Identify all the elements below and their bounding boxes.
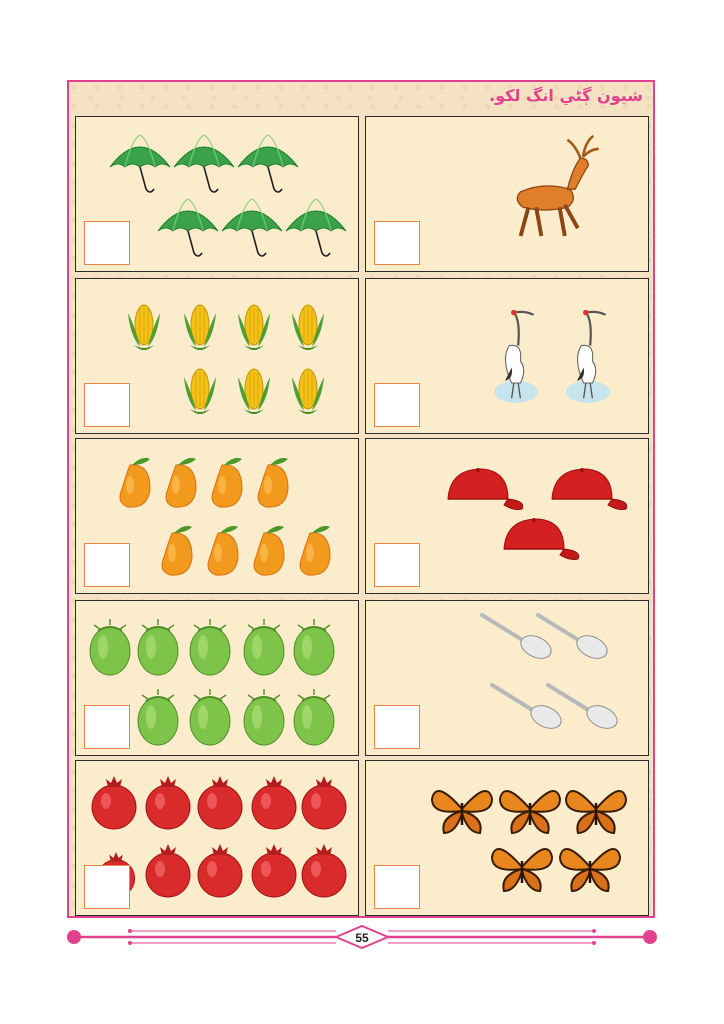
umbrella-icon [221,198,283,257]
crane-icon [494,309,538,403]
butterfly-icon [498,790,562,835]
cap-icon [503,518,580,560]
answer-box-butterflies[interactable] [374,865,420,909]
answer-box-deer[interactable] [374,221,420,265]
corn-icon [238,368,270,414]
mango-icon [119,457,151,508]
corn-icon [184,368,216,414]
pomegranate-icon [145,776,191,830]
mango-icon [161,525,193,576]
coconut-icon [189,619,231,676]
spoon-icon [480,613,552,659]
pomegranate-icon [145,844,191,898]
cap-icon [447,468,524,510]
corn-icon [292,304,324,350]
corn-icon [184,304,216,350]
umbrella-icon [157,198,219,257]
cell-butterflies [365,760,649,916]
page-number: 55 [355,931,369,945]
answer-box-mangoes[interactable] [84,543,130,587]
mango-icon [211,457,243,508]
corn-icon [128,304,160,350]
cell-umbrellas [75,116,359,272]
answer-box-umbrellas[interactable] [84,221,130,265]
mango-icon [207,525,239,576]
crane-icon [566,309,610,403]
mango-icon [253,525,285,576]
umbrella-icon [237,134,299,193]
cell-spoons [365,600,649,756]
cap-icon [551,468,628,510]
answer-box-caps[interactable] [374,543,420,587]
butterfly-icon [490,848,554,893]
answer-box-spoons[interactable] [374,705,420,749]
spoon-icon [490,683,562,729]
mango-icon [165,457,197,508]
butterfly-icon [558,848,622,893]
coconut-icon [243,619,285,676]
worksheet-title: شيون ڳڻي انگ لکو. [489,86,643,105]
pomegranate-icon [251,844,297,898]
pomegranate-icon [301,776,347,830]
pomegranate-icon [251,776,297,830]
answer-box-corn[interactable] [84,383,130,427]
pomegranate-icon [197,844,243,898]
coconut-icon [293,689,335,746]
mango-icon [299,525,331,576]
umbrella-icon [285,198,347,257]
pomegranate-icon [91,776,137,830]
umbrella-icon [173,134,235,193]
umbrella-icon [109,134,171,193]
mango-icon [257,457,289,508]
coconut-icon [189,689,231,746]
answer-box-coconuts[interactable] [84,705,130,749]
coconut-icon [243,689,285,746]
cell-mangoes [75,438,359,594]
cell-cranes [365,278,649,434]
answer-box-pomegranates[interactable] [84,865,130,909]
coconut-icon [137,619,179,676]
corn-icon [292,368,324,414]
worksheet-frame: شيون ڳڻي انگ لکو. [67,80,655,918]
answer-box-cranes[interactable] [374,383,420,427]
butterfly-icon [430,790,494,835]
cell-deer [365,116,649,272]
butterfly-icon [564,790,628,835]
corn-icon [238,304,270,350]
coconut-icon [293,619,335,676]
cell-coconuts [75,600,359,756]
cell-corn [75,278,359,434]
pomegranate-icon [197,776,243,830]
deer-icon [516,134,599,237]
coconut-icon [137,689,179,746]
pomegranate-icon [301,844,347,898]
cell-caps [365,438,649,594]
cell-pomegranates [75,760,359,916]
coconut-icon [89,619,131,676]
